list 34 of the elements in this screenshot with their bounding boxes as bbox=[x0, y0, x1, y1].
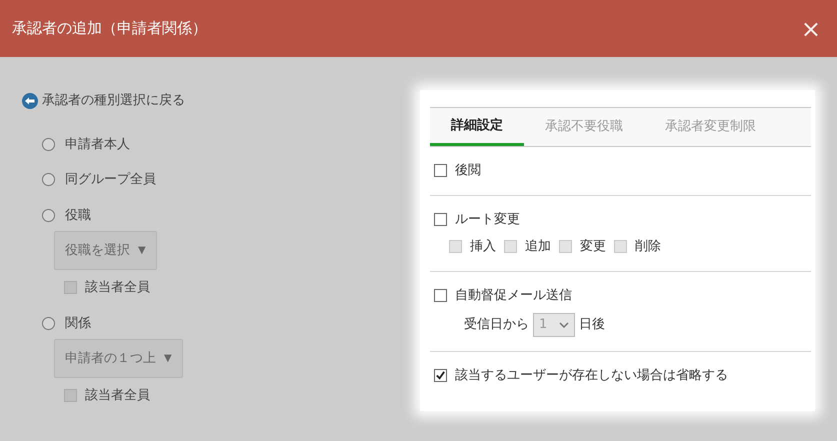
checkbox-label: 変更 bbox=[580, 238, 606, 256]
tab[interactable]: 詳細設定 bbox=[430, 108, 524, 146]
radio-button[interactable] bbox=[42, 173, 55, 186]
tab[interactable]: 承認不要役職 bbox=[524, 108, 644, 146]
days-suffix: 日後 bbox=[579, 316, 605, 334]
checkbox-label: 該当者全員 bbox=[85, 387, 150, 405]
checkbox-label: ルート変更 bbox=[455, 210, 520, 228]
option-label: 役職 bbox=[65, 206, 91, 224]
checkbox[interactable] bbox=[434, 212, 447, 226]
checkbox-label: 該当するユーザーが存在しない場合は省略する bbox=[455, 367, 728, 385]
dropdown[interactable]: 申請者の１つ上 ▼ bbox=[54, 339, 183, 378]
checkbox-label: 挿入 bbox=[470, 238, 496, 256]
option-label: 関係 bbox=[65, 314, 91, 332]
radio-button[interactable] bbox=[42, 208, 55, 222]
tab[interactable]: 承認者変更制限 bbox=[644, 108, 777, 146]
checkbox[interactable] bbox=[64, 389, 77, 402]
days-prefix: 受信日から bbox=[464, 316, 529, 334]
option-label: 申請者本人 bbox=[65, 136, 130, 154]
back-link[interactable]: 承認者の種別選択に戻る bbox=[22, 91, 420, 110]
checkbox-label: 追加 bbox=[525, 238, 551, 256]
checkbox-label: 自動督促メール送信 bbox=[455, 286, 572, 304]
checkbox[interactable] bbox=[434, 164, 447, 178]
chevron-down-icon bbox=[559, 322, 569, 328]
checkbox-label: 該当者全員 bbox=[85, 279, 150, 297]
radio-button[interactable] bbox=[42, 138, 55, 151]
radio-button[interactable] bbox=[42, 316, 55, 330]
checkbox[interactable] bbox=[434, 369, 447, 382]
checkbox[interactable] bbox=[64, 281, 77, 294]
dropdown[interactable]: 役職を選択 ▼ bbox=[54, 231, 157, 270]
window-title: 承認者の追加（申請者関係） bbox=[12, 18, 207, 40]
option-label: 同グループ全員 bbox=[65, 171, 156, 189]
checkbox-label: 後閲 bbox=[455, 162, 481, 180]
checkbox-label: 削除 bbox=[635, 238, 661, 256]
close-button[interactable]: × bbox=[800, 16, 825, 40]
